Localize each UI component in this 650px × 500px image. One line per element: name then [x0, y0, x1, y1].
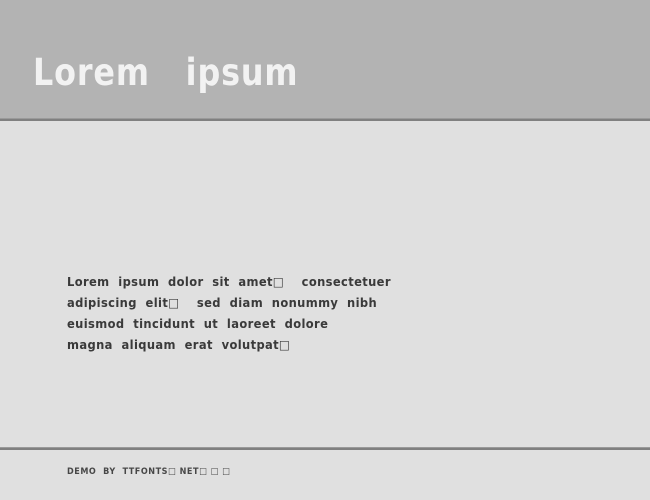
sample-text-block: Lorem ipsum dolor sit amet□ consectetuer…	[67, 271, 419, 355]
sample-text-line: Lorem ipsum dolor sit amet□ consectetuer	[67, 274, 391, 289]
sample-text-line: adipiscing elit□ sed diam nonummy nibh	[67, 295, 378, 310]
sample-text-line: euismod tincidunt ut laoreet dolore	[67, 316, 329, 331]
footer-area: DEMO BY TTFONTS□ NET□ □ □	[0, 450, 650, 500]
footer-credit-text: DEMO BY TTFONTS□ NET□ □ □	[67, 467, 231, 477]
body-area: Lorem ipsum dolor sit amet□ consectetuer…	[0, 121, 650, 447]
font-specimen-page: Lorem ipsum Lorem ipsum dolor sit amet□ …	[0, 0, 650, 500]
sample-text-line: magna aliquam erat volutpat□	[67, 337, 291, 352]
page-title: Lorem ipsum	[33, 51, 299, 94]
header-band: Lorem ipsum	[0, 0, 650, 118]
